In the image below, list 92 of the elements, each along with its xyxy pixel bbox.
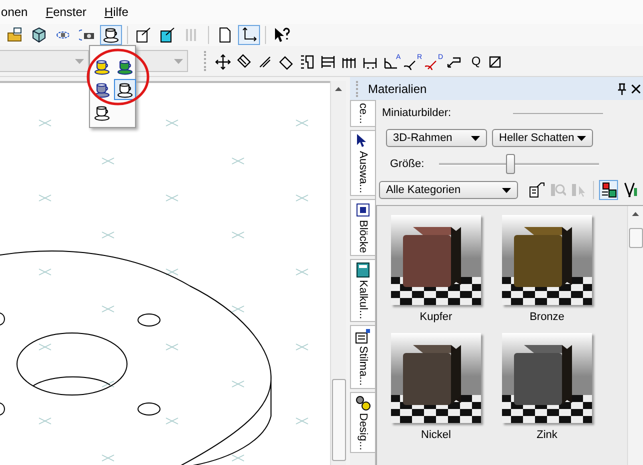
- side-tab[interactable]: Kalkul...: [350, 259, 375, 322]
- grid-mark: [102, 232, 114, 238]
- grid-mark: [102, 380, 114, 388]
- category-tool-button[interactable]: [527, 180, 546, 200]
- side-tab[interactable]: Blöcke: [350, 198, 375, 256]
- caret-icon: [75, 58, 84, 64]
- category-dropdown[interactable]: Alle Kategorien: [379, 181, 518, 199]
- grid-mark: [166, 418, 178, 424]
- menu-item[interactable]: Fenster: [44, 5, 88, 19]
- grid-mark: [232, 232, 244, 238]
- export-icon: [136, 27, 152, 43]
- side-tab[interactable]: Desig...: [350, 392, 375, 454]
- grid-mark: [166, 268, 178, 276]
- material-name: Kupfer: [420, 311, 452, 323]
- grid-mark: [166, 194, 178, 202]
- material-name: Zink: [536, 429, 558, 441]
- material-name: Nickel: [421, 429, 451, 441]
- close-icon[interactable]: [631, 84, 641, 94]
- panel-title: Materialien: [367, 82, 428, 96]
- menu-item[interactable]: onen: [0, 5, 29, 19]
- teacup-icon: [94, 104, 110, 120]
- view-icon: [600, 182, 616, 198]
- caret-icon: [471, 136, 480, 140]
- material-thumbnail[interactable]: [502, 333, 592, 423]
- grid-mark: [102, 158, 114, 164]
- grid-mark: [296, 418, 308, 424]
- teacup-icon: [103, 27, 119, 43]
- grid-mark: [296, 268, 308, 276]
- grid-mark: [232, 306, 244, 312]
- caret-icon: [502, 188, 511, 192]
- thumbnails-label: Miniaturbilder:: [382, 107, 452, 119]
- grid-mark: [232, 158, 244, 164]
- scrollbar[interactable]: [627, 206, 643, 465]
- folder-icon: [7, 27, 23, 43]
- caret-icon: [174, 58, 183, 64]
- export-icon: [160, 27, 176, 43]
- toolbar-button[interactable]: [100, 25, 122, 45]
- grid-mark: [38, 120, 52, 126]
- material-thumbnail[interactable]: [391, 333, 481, 423]
- grid-mark: [296, 344, 308, 350]
- cube-icon: [31, 27, 47, 43]
- teacup-icon: [117, 58, 133, 74]
- teacup-icon: [117, 82, 133, 98]
- scroll-up-icon: [335, 87, 342, 91]
- side-tab[interactable]: ce...: [350, 100, 375, 127]
- caret-icon: [577, 136, 586, 140]
- styles-icon: [355, 328, 371, 344]
- menu-item[interactable]: Hilfe: [103, 5, 130, 19]
- camera-icon: [79, 27, 95, 43]
- scroll-thumb[interactable]: [332, 379, 346, 461]
- properties-icon: [528, 182, 544, 198]
- material-thumbnail[interactable]: [391, 215, 481, 305]
- gears-icon: [355, 394, 371, 411]
- calculator-icon: [355, 262, 371, 278]
- side-tab[interactable]: Auswa...: [350, 130, 375, 196]
- scroll-up-icon: [632, 212, 639, 216]
- side-tab[interactable]: Stilma...: [350, 325, 375, 389]
- teacup-icon: [94, 58, 110, 74]
- slider-thumb[interactable]: [506, 154, 515, 174]
- grid-mark: [232, 380, 244, 388]
- grid-mark: [38, 344, 52, 350]
- page-icon: [217, 27, 233, 43]
- teacup-icon: [94, 82, 110, 98]
- render-mode-item[interactable]: [114, 79, 136, 100]
- pointer-icon: [570, 182, 586, 198]
- category-tool-button[interactable]: [599, 180, 618, 200]
- grid-mark: [166, 344, 178, 350]
- grid-mark: [232, 454, 244, 462]
- frame-dropdown[interactable]: 3D-Rahmen: [386, 129, 487, 147]
- material-name: Bronze: [530, 311, 564, 323]
- shadow-dropdown[interactable]: Heller Schatten: [492, 129, 593, 147]
- grid-mark: [102, 306, 114, 312]
- help-pointer-icon: [274, 27, 290, 43]
- grid-mark: [102, 454, 114, 462]
- grid-mark: [38, 268, 52, 276]
- highlight-circle: [86, 48, 150, 106]
- grid-mark: [38, 418, 52, 424]
- pin-icon[interactable]: [617, 82, 627, 94]
- size-slider[interactable]: [439, 154, 600, 174]
- dimension-text-icon[interactable]: Q: [466, 54, 486, 68]
- material-thumbnail[interactable]: [502, 215, 592, 305]
- axes-icon: [241, 27, 257, 43]
- toolbar-button[interactable]: [238, 25, 260, 45]
- grid-mark: [166, 120, 178, 126]
- size-label: Größe:: [390, 158, 424, 170]
- grid-mark: [296, 120, 308, 126]
- grid-mark: [38, 194, 52, 202]
- tools-icon: [622, 182, 638, 198]
- grid-mark: [296, 194, 308, 202]
- blocks-icon: [355, 202, 371, 218]
- search-icon: [550, 182, 566, 198]
- scroll-thumb[interactable]: [628, 228, 642, 248]
